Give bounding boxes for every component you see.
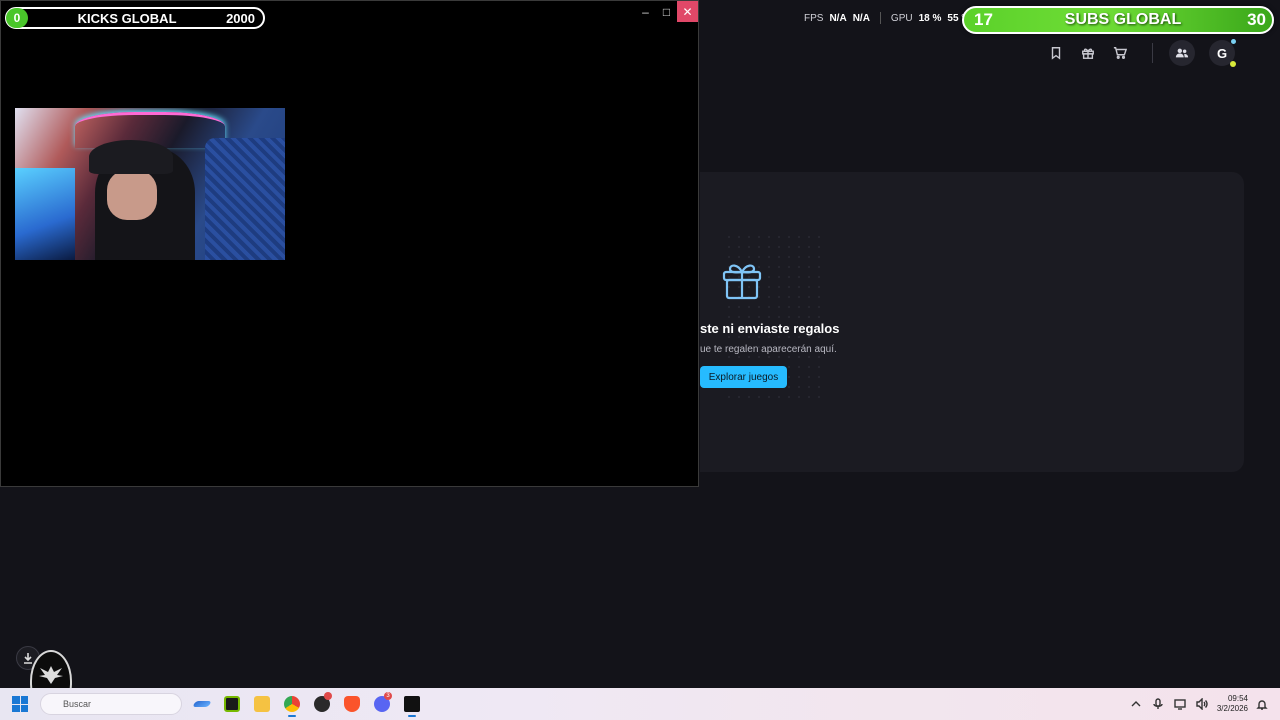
download-icon: [24, 653, 32, 664]
webcam-feed: [15, 108, 285, 260]
empty-state-subtitle: ue te regalen aparecerán aquí.: [700, 344, 837, 355]
webcam-pc: [15, 168, 75, 260]
network-icon[interactable]: [1173, 697, 1187, 711]
clock[interactable]: 09:54 3/2/2026: [1217, 694, 1248, 714]
subs-title: SUBS GLOBAL: [1064, 11, 1182, 28]
empty-state-title: ste ni enviaste regalos: [700, 321, 840, 336]
obs-icon[interactable]: [310, 692, 334, 716]
widgets-icon[interactable]: [190, 692, 214, 716]
discord-icon[interactable]: 3: [370, 692, 394, 716]
subs-global-overlay: 17 SUBS GLOBAL 30: [962, 6, 1274, 34]
taskbar-apps: 3: [190, 692, 424, 717]
notification-bell-icon[interactable]: [1256, 698, 1268, 710]
taskbar: Buscar 3 09:54 3/2/2026: [0, 688, 1280, 720]
minimize-button[interactable]: –: [635, 1, 656, 22]
obs-badge: [324, 692, 332, 700]
clock-time: 09:54: [1227, 694, 1248, 703]
webcam-chair: [205, 138, 285, 260]
fps-value: N/A: [829, 12, 847, 24]
volume-icon[interactable]: [1195, 697, 1209, 711]
webcam-face: [107, 170, 157, 220]
discord-badge: 3: [384, 692, 392, 700]
subs-current: 17: [974, 10, 993, 29]
microphone-icon[interactable]: [1151, 697, 1165, 711]
close-button[interactable]: ✕: [677, 1, 698, 22]
subs-goal: 30: [1247, 10, 1266, 29]
kicks-global-overlay: 0 KICKS GLOBAL 2000: [5, 7, 265, 29]
epic-games-icon[interactable]: [400, 692, 424, 717]
taskbar-search[interactable]: Buscar: [40, 693, 182, 715]
friends-icon: [1175, 48, 1189, 58]
windows-start-icon[interactable]: [12, 696, 28, 712]
clock-date: 3/2/2026: [1216, 704, 1248, 713]
gift-icon: [720, 258, 764, 302]
chrome-icon[interactable]: [280, 692, 304, 717]
gpu-usage: 18 %: [918, 12, 942, 24]
nav-divider: [1152, 43, 1153, 63]
kicks-current: 0: [6, 8, 28, 28]
stats-separator: [879, 12, 881, 24]
nvidia-icon[interactable]: [220, 692, 244, 716]
system-tray: 09:54 3/2/2026: [1129, 694, 1268, 714]
phoenix-icon: [39, 666, 63, 684]
kicks-title: KICKS GLOBAL: [77, 10, 177, 26]
gifts-empty-panel: ste ni enviaste regalos ue te regalen ap…: [700, 172, 1244, 472]
top-nav-icons: G: [1040, 39, 1236, 67]
gift-nav-icon[interactable]: [1072, 40, 1104, 66]
wishlist-icon[interactable]: [1040, 40, 1072, 66]
kicks-goal: 2000: [226, 10, 255, 26]
explore-games-button[interactable]: Explorar juegos: [700, 366, 787, 388]
file-explorer-icon[interactable]: [250, 692, 274, 716]
window-controls: – □ ✕: [635, 1, 698, 22]
show-hidden-icons-chevron-icon[interactable]: [1129, 697, 1143, 711]
user-avatar[interactable]: G: [1209, 39, 1236, 67]
friends-button[interactable]: [1169, 40, 1195, 66]
fps-label: FPS: [804, 12, 824, 24]
notification-dot: [1231, 39, 1236, 44]
webcam-cap: [89, 140, 173, 174]
search-placeholder: Buscar: [63, 699, 92, 709]
video-window[interactable]: – □ ✕ 0 KICKS GLOBAL 2000: [0, 0, 699, 487]
gpu-label: GPU: [890, 12, 913, 24]
avatar-initial: G: [1216, 45, 1228, 61]
fps-value-2: N/A: [852, 12, 870, 24]
cart-icon[interactable]: [1104, 40, 1136, 66]
status-dot: [1230, 61, 1236, 67]
brave-icon[interactable]: [340, 692, 364, 716]
maximize-button[interactable]: □: [656, 1, 677, 22]
performance-overlay: FPS N/A N/A GPU 18 % 55 °C 2: [804, 12, 984, 24]
